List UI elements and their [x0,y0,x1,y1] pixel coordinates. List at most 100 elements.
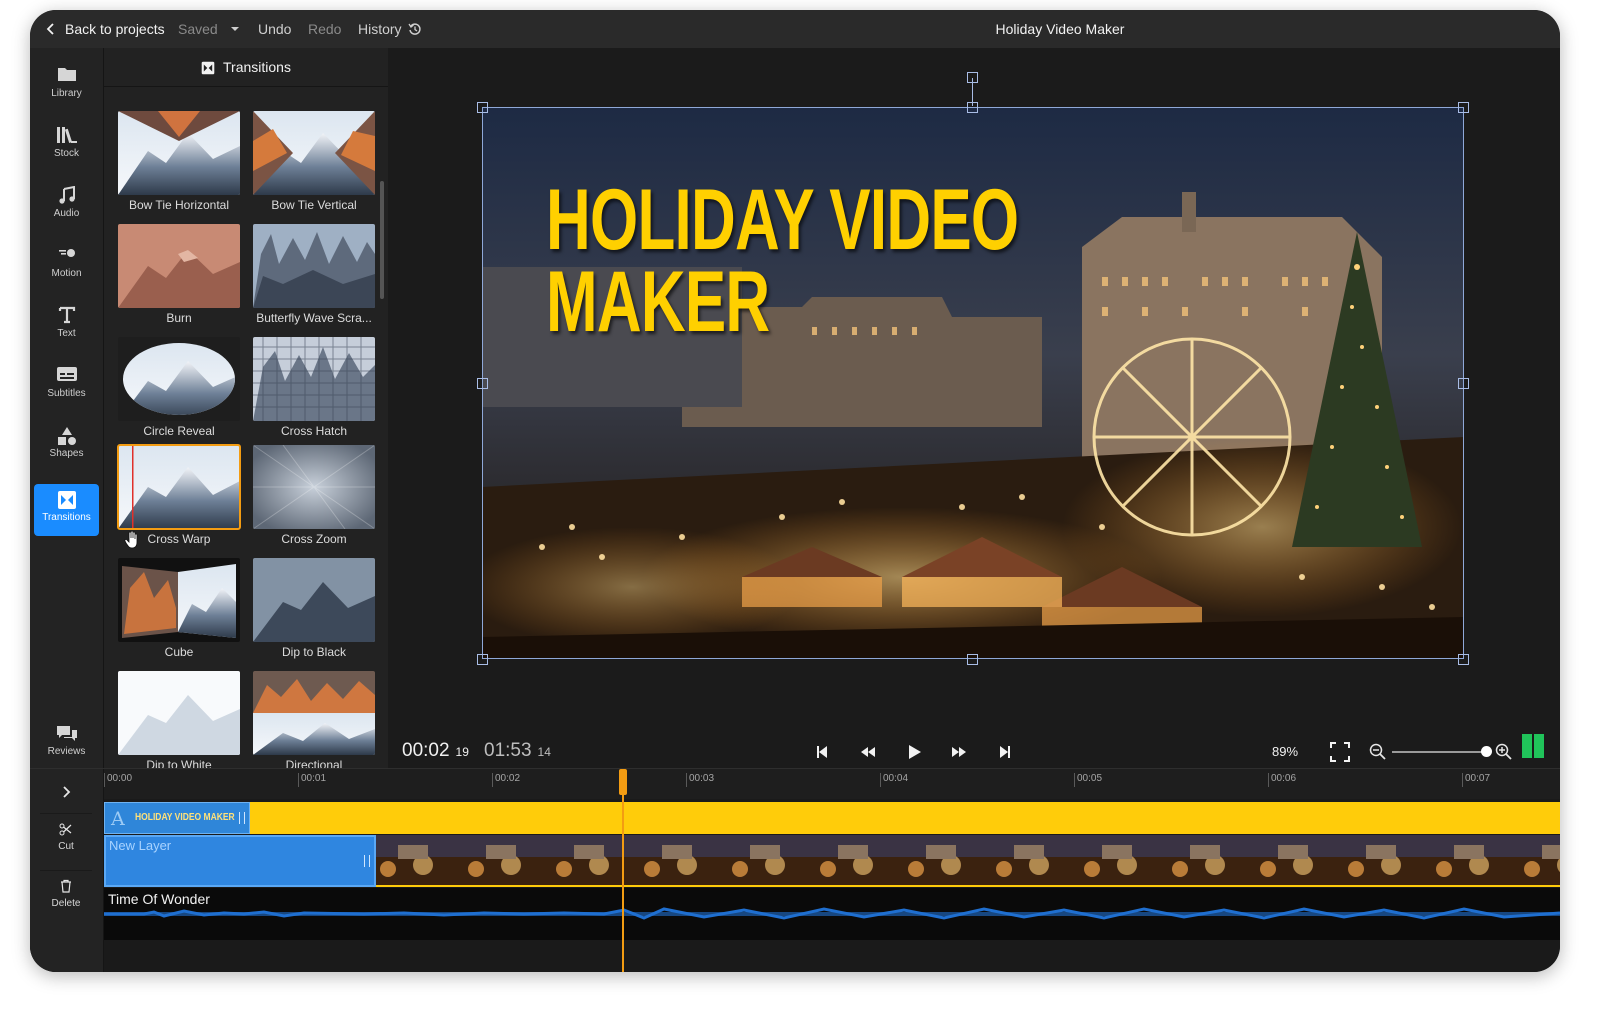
transition-thumbnail [253,671,375,755]
playhead[interactable] [622,769,624,972]
resize-handle-bottom-right[interactable] [1458,654,1469,665]
sidebar-item-motion[interactable]: Motion [34,240,99,292]
timeline-ruler[interactable]: 00:00 00:01 00:02 00:03 00:04 00:05 00:0… [104,769,1560,799]
save-dropdown-caret-icon[interactable] [230,10,240,48]
sidebar-item-transitions[interactable]: Transitions [34,484,99,536]
transition-bow-tie-vertical[interactable]: Bow Tie Vertical [253,111,375,219]
back-to-projects-link[interactable]: Back to projects [65,10,165,48]
sidebar-item-audio[interactable]: Audio [34,180,99,232]
panel-scrollbar[interactable] [380,181,384,299]
transition-thumbnail [118,337,240,421]
transition-name: Cross Zoom [281,532,347,546]
fullscreen-icon[interactable] [1326,738,1354,766]
transition-bow-tie-horizontal[interactable]: Bow Tie Horizontal [118,111,240,219]
transitions-icon [201,61,215,75]
transition-name: Dip to Black [281,645,347,659]
clip-trim-handle-icon[interactable] [239,812,245,824]
transition-thumbnail [118,224,240,308]
transition-name: Circle Reveal [143,424,215,438]
transition-thumbnail [253,445,375,529]
transition-name: Burn [166,311,192,325]
redo-button[interactable]: Redo [308,10,341,48]
hand-cursor-icon [124,531,138,549]
panel-header: Transitions [104,48,388,87]
transition-dip-to-white[interactable]: Dip to White [118,671,240,779]
skip-to-start-icon[interactable] [808,738,836,766]
total-duration: 01:53 14 [484,736,551,766]
transition-thumbnail [253,224,375,308]
rewind-icon[interactable] [854,738,882,766]
resize-handle-top-right[interactable] [1458,102,1469,113]
panel-title: Transitions [223,59,291,75]
sidebar-item-label: Stock [53,148,79,159]
resize-handle-left[interactable] [477,378,488,389]
motion-icon [34,240,99,268]
transitions-icon [34,484,99,512]
transition-thumbnail [118,558,240,642]
transition-dip-to-black[interactable]: Dip to Black [253,558,375,666]
timeline: Cut Delete 00:00 00:01 00:02 00:03 00:04… [30,768,1560,972]
sidebar-item-reviews[interactable]: Reviews [34,718,99,770]
scissors-icon [59,823,72,836]
transition-thumbnail [253,337,375,421]
resize-handle-top[interactable] [967,102,978,113]
total-time-value: 01:53 [484,740,532,761]
history-clock-icon [408,23,422,35]
delete-button[interactable]: Delete [40,870,92,918]
history-label: History [358,21,402,37]
transition-cross-zoom[interactable]: Cross Zoom [253,445,375,553]
video-track[interactable]: New Layer [104,835,1560,887]
rotate-handle[interactable] [967,72,978,83]
transition-name: Butterfly Wave Scra... [256,311,372,325]
transition-thumbnail [118,671,240,755]
chevron-right-icon [63,786,71,798]
sidebar-item-shapes[interactable]: Shapes [34,420,99,472]
transition-thumbnail [117,444,241,530]
new-layer-clip[interactable]: New Layer [104,835,376,887]
skip-to-end-icon[interactable] [991,738,1019,766]
play-icon[interactable] [900,738,928,766]
ruler-tick: 00:03 [686,773,714,787]
transition-circle-reveal[interactable]: Circle Reveal [118,337,240,445]
zoom-slider-track[interactable] [1392,751,1489,753]
chat-bubbles-icon [34,718,99,746]
audio-track[interactable]: Time Of Wonder [104,888,1560,940]
transition-butterfly-wave-scrawler[interactable]: Butterfly Wave Scra... [253,224,375,332]
title-clip[interactable]: A HOLIDAY VIDEO MAKER [104,802,250,834]
sidebar-item-label: Reviews [47,746,86,757]
ruler-tick: 00:06 [1268,773,1296,787]
cut-button[interactable]: Cut [40,813,92,861]
resize-handle-bottom-left[interactable] [477,654,488,665]
resize-handle-right[interactable] [1458,378,1469,389]
resize-handle-bottom[interactable] [967,654,978,665]
undo-button[interactable]: Undo [258,10,291,48]
fast-forward-icon[interactable] [945,738,973,766]
title-clip-label: HOLIDAY VIDEO MAKER [135,812,235,823]
current-time: 00:02 19 [402,736,469,766]
sidebar-item-stock[interactable]: Stock [34,120,99,172]
back-chevron-icon[interactable] [46,10,56,48]
zoom-out-icon[interactable] [1364,738,1392,766]
transition-cube[interactable]: Cube [118,558,240,666]
audio-waveform [104,907,1560,920]
sidebar-item-label: Subtitles [47,388,86,399]
playhead-handle[interactable] [619,769,627,795]
clip-trim-handle-icon[interactable] [364,855,370,867]
transition-directional[interactable]: Directional [253,671,375,779]
zoom-in-icon[interactable] [1490,738,1518,766]
sidebar-item-subtitles[interactable]: Subtitles [34,360,99,412]
sidebar-item-text[interactable]: Text [34,300,99,352]
layer-clip-label: New Layer [109,838,172,853]
transition-burn[interactable]: Burn [118,224,240,332]
history-button[interactable]: History [358,10,422,48]
zoom-level: 89% [1272,744,1299,759]
transition-cross-warp[interactable]: Cross Warp [117,444,241,553]
title-track[interactable]: A HOLIDAY VIDEO MAKER [104,802,1560,834]
preview-area: HOLIDAY VIDEO MAKER 00:02 19 01:53 14 89% [388,48,1560,768]
sidebar-item-library[interactable]: Library [34,60,99,112]
text-icon [34,300,99,328]
timeline-tools: Cut Delete [30,769,104,972]
resize-handle-top-left[interactable] [477,102,488,113]
transition-cross-hatch[interactable]: Cross Hatch [253,337,375,445]
sidebar-item-label: Shapes [49,448,84,459]
